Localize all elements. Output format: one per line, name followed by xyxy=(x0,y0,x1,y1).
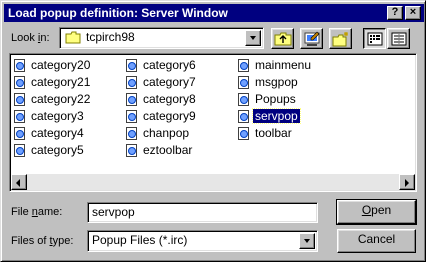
popup-file-icon xyxy=(126,144,137,157)
chevron-down-icon[interactable] xyxy=(299,233,315,249)
list-item[interactable]: category8 xyxy=(126,92,198,108)
look-in-dropdown[interactable]: tcpirch98 xyxy=(59,27,264,49)
list-item[interactable]: category6 xyxy=(126,58,198,74)
up-folder-icon xyxy=(274,32,292,50)
scroll-right-button[interactable] xyxy=(399,174,415,190)
popup-file-icon xyxy=(238,110,249,123)
list-item[interactable]: category20 xyxy=(14,58,92,74)
horizontal-scrollbar[interactable] xyxy=(11,174,415,190)
open-button[interactable]: Open xyxy=(336,199,417,225)
scroll-left-button[interactable] xyxy=(11,174,27,190)
folder-icon xyxy=(65,31,81,44)
list-item[interactable]: Popups xyxy=(238,92,298,108)
list-item[interactable]: eztoolbar xyxy=(126,143,194,159)
popup-file-icon xyxy=(126,110,137,123)
up-folder-button[interactable] xyxy=(271,28,294,49)
dialog-window: Load popup definition: Server Window ? ×… xyxy=(0,0,426,262)
file-type-dropdown[interactable]: Popup Files (*.irc) xyxy=(87,230,318,252)
new-folder-icon xyxy=(332,32,350,50)
look-in-value: tcpirch98 xyxy=(86,30,135,44)
popup-file-icon xyxy=(126,127,137,140)
popup-file-icon xyxy=(14,127,25,140)
look-in-label: Look in: xyxy=(11,32,50,44)
popup-file-icon xyxy=(126,59,137,72)
chevron-down-icon[interactable] xyxy=(245,30,261,46)
list-item[interactable]: category4 xyxy=(14,126,86,142)
files-of-type-label: Files of type: xyxy=(11,235,74,247)
popup-file-icon xyxy=(238,76,249,89)
popup-file-icon xyxy=(14,76,25,89)
list-item[interactable]: category5 xyxy=(14,143,86,159)
list-item[interactable]: toolbar xyxy=(238,126,294,142)
list-item[interactable]: category9 xyxy=(126,109,198,125)
list-item[interactable]: msgpop xyxy=(238,75,300,91)
help-button[interactable]: ? xyxy=(387,6,403,20)
popup-file-icon xyxy=(126,76,137,89)
list-item[interactable]: mainmenu xyxy=(238,58,313,74)
file-name-input[interactable]: servpop xyxy=(87,202,318,223)
new-folder-button[interactable] xyxy=(329,28,352,49)
arrow-right-icon xyxy=(405,179,409,187)
list-view-button[interactable] xyxy=(363,28,386,49)
popup-file-icon xyxy=(14,59,25,72)
popup-file-icon xyxy=(126,93,137,106)
popup-file-icon xyxy=(238,93,249,106)
window-title: Load popup definition: Server Window xyxy=(8,6,228,20)
file-name-label: File name: xyxy=(11,206,63,218)
desktop-icon xyxy=(303,31,321,50)
list-item-selected[interactable]: servpop xyxy=(238,108,301,125)
cancel-button[interactable]: Cancel xyxy=(337,229,416,253)
list-item[interactable]: chanpop xyxy=(126,126,191,142)
title-bar: Load popup definition: Server Window ? × xyxy=(4,4,424,22)
list-item[interactable]: category22 xyxy=(14,92,92,108)
close-button[interactable]: × xyxy=(405,6,421,20)
popup-file-icon xyxy=(14,144,25,157)
details-view-icon xyxy=(391,32,407,49)
arrow-left-icon xyxy=(16,179,20,187)
popup-file-icon xyxy=(14,110,25,123)
details-view-button[interactable] xyxy=(387,28,410,49)
list-item[interactable]: category3 xyxy=(14,109,86,125)
popup-file-icon xyxy=(14,93,25,106)
popup-file-icon xyxy=(238,127,249,140)
list-item[interactable]: category7 xyxy=(126,75,198,91)
list-item[interactable]: category21 xyxy=(14,75,92,91)
desktop-button[interactable] xyxy=(300,28,323,49)
popup-file-icon xyxy=(238,59,249,72)
